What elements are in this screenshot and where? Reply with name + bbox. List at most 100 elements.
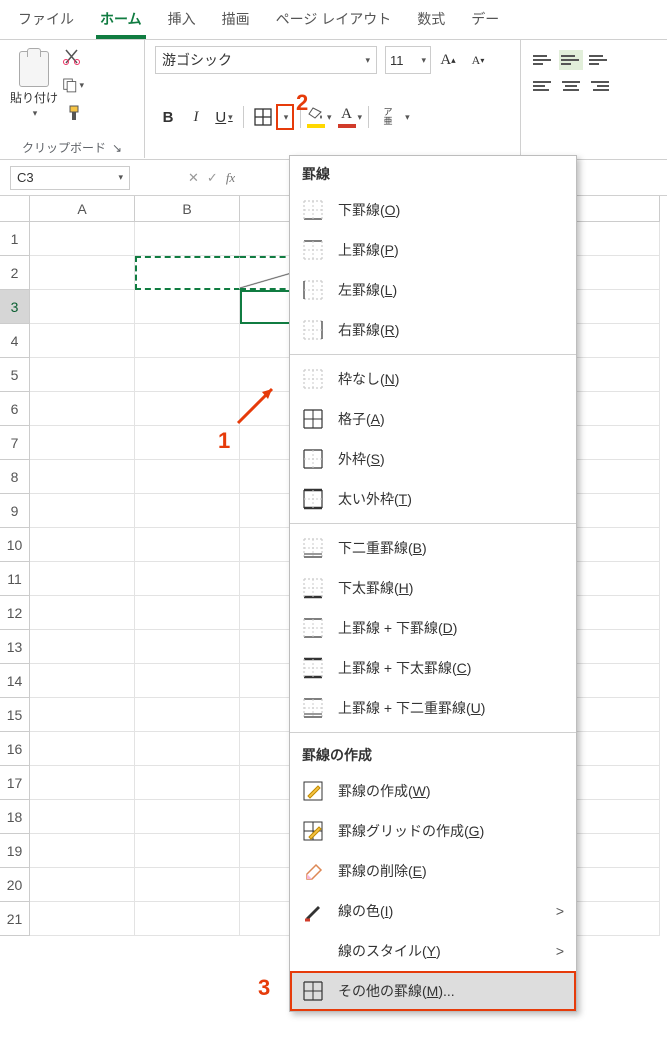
cell[interactable]	[135, 562, 240, 596]
cell[interactable]	[30, 392, 135, 426]
menu-item-drawgrid[interactable]: 罫線グリッドの作成(G)	[290, 811, 576, 851]
cell[interactable]	[135, 596, 240, 630]
cell[interactable]	[135, 630, 240, 664]
format-painter-button[interactable]	[62, 102, 84, 124]
row-header[interactable]: 8	[0, 460, 30, 494]
row-header[interactable]: 5	[0, 358, 30, 392]
menu-item-box[interactable]: 外枠(S)	[290, 439, 576, 479]
bold-button[interactable]: B	[155, 104, 181, 130]
decrease-font-button[interactable]: A▾	[465, 47, 491, 73]
italic-button[interactable]: I	[183, 104, 209, 130]
borders-dropdown-button[interactable]: ▾	[276, 104, 294, 130]
cell[interactable]	[135, 868, 240, 902]
cell[interactable]	[30, 800, 135, 834]
menu-item-top_dblbot[interactable]: 上罫線 + 下二重罫線(U)	[290, 688, 576, 728]
row-header[interactable]: 19	[0, 834, 30, 868]
increase-font-button[interactable]: A▴	[435, 47, 461, 73]
col-header-b[interactable]: B	[135, 196, 240, 222]
cell[interactable]	[135, 528, 240, 562]
align-top-button[interactable]	[531, 50, 555, 70]
fx-icon[interactable]: fx	[226, 170, 235, 186]
col-header-a[interactable]: A	[30, 196, 135, 222]
cell[interactable]	[135, 494, 240, 528]
select-all-corner[interactable]	[0, 196, 30, 222]
cell[interactable]	[30, 630, 135, 664]
menu-item-bottom[interactable]: 下罫線(O)	[290, 190, 576, 230]
cell[interactable]	[30, 256, 135, 290]
cell[interactable]	[30, 834, 135, 868]
font-color-button[interactable]: A ▾	[338, 104, 363, 130]
menu-item-right[interactable]: 右罫線(R)	[290, 310, 576, 350]
fill-color-button[interactable]: ▾	[307, 104, 332, 130]
cell[interactable]	[135, 460, 240, 494]
tab-data[interactable]: デー	[467, 5, 503, 39]
cell[interactable]	[30, 562, 135, 596]
row-header[interactable]: 1	[0, 222, 30, 256]
cell[interactable]	[135, 902, 240, 936]
row-header[interactable]: 20	[0, 868, 30, 902]
font-size-select[interactable]: 11▾	[385, 46, 431, 74]
menu-item-more[interactable]: その他の罫線(M)...	[290, 971, 576, 1011]
row-header[interactable]: 7	[0, 426, 30, 460]
row-header[interactable]: 15	[0, 698, 30, 732]
cell[interactable]	[135, 358, 240, 392]
row-header[interactable]: 14	[0, 664, 30, 698]
menu-item-drawborder[interactable]: 罫線の作成(W)	[290, 771, 576, 811]
cell[interactable]	[30, 494, 135, 528]
tab-home[interactable]: ホーム	[96, 5, 146, 39]
cell[interactable]	[30, 358, 135, 392]
row-header[interactable]: 6	[0, 392, 30, 426]
cell[interactable]	[30, 290, 135, 324]
cell[interactable]	[30, 528, 135, 562]
cell[interactable]	[135, 222, 240, 256]
tab-draw[interactable]: 描画	[218, 5, 254, 39]
row-header[interactable]: 10	[0, 528, 30, 562]
font-family-select[interactable]: 游ゴシック▾	[155, 46, 377, 74]
cell[interactable]	[30, 324, 135, 358]
menu-item-thick[interactable]: 太い外枠(T)	[290, 479, 576, 519]
cell[interactable]	[135, 800, 240, 834]
menu-item-all[interactable]: 格子(A)	[290, 399, 576, 439]
row-header[interactable]: 16	[0, 732, 30, 766]
cell[interactable]	[30, 460, 135, 494]
menu-item-erase[interactable]: 罫線の削除(E)	[290, 851, 576, 891]
row-header[interactable]: 11	[0, 562, 30, 596]
tab-insert[interactable]: 挿入	[164, 5, 200, 39]
cell[interactable]	[135, 664, 240, 698]
menu-item-left[interactable]: 左罫線(L)	[290, 270, 576, 310]
tab-page-layout[interactable]: ページ レイアウト	[272, 5, 396, 39]
name-box[interactable]: C3▾	[10, 166, 130, 190]
cut-button[interactable]	[62, 46, 84, 68]
cell[interactable]	[135, 290, 240, 324]
menu-item-linecolor[interactable]: 線の色(I)>	[290, 891, 576, 931]
phonetic-button[interactable]: ア 亜	[375, 104, 401, 130]
menu-item-top_bottom[interactable]: 上罫線 + 下罫線(D)	[290, 608, 576, 648]
dialog-launcher-icon[interactable]: ↘	[112, 141, 122, 155]
underline-button[interactable]: U▾	[211, 104, 237, 130]
menu-item-top[interactable]: 上罫線(P)	[290, 230, 576, 270]
menu-item-linestyle[interactable]: 線のスタイル(Y)>	[290, 931, 576, 971]
cell[interactable]	[135, 256, 240, 290]
menu-item-top_thickbot[interactable]: 上罫線 + 下太罫線(C)	[290, 648, 576, 688]
cell[interactable]	[135, 392, 240, 426]
row-header[interactable]: 4	[0, 324, 30, 358]
cell[interactable]	[30, 766, 135, 800]
menu-item-thick_bottom[interactable]: 下太罫線(H)	[290, 568, 576, 608]
align-bottom-button[interactable]	[587, 50, 611, 70]
tab-formula[interactable]: 数式	[413, 5, 449, 39]
align-left-button[interactable]	[531, 76, 555, 96]
cell[interactable]	[135, 834, 240, 868]
row-header[interactable]: 17	[0, 766, 30, 800]
paste-button[interactable]: 貼り付け ▾	[10, 51, 58, 119]
menu-item-dbl_bottom[interactable]: 下二重罫線(B)	[290, 528, 576, 568]
cell[interactable]	[135, 698, 240, 732]
align-middle-button[interactable]	[559, 50, 583, 70]
cell[interactable]	[30, 868, 135, 902]
menu-item-none[interactable]: 枠なし(N)	[290, 359, 576, 399]
align-right-button[interactable]	[587, 76, 611, 96]
cell[interactable]	[30, 426, 135, 460]
row-header[interactable]: 13	[0, 630, 30, 664]
copy-button[interactable]: ▾	[62, 74, 84, 96]
cell[interactable]	[135, 324, 240, 358]
borders-button[interactable]	[250, 104, 276, 130]
